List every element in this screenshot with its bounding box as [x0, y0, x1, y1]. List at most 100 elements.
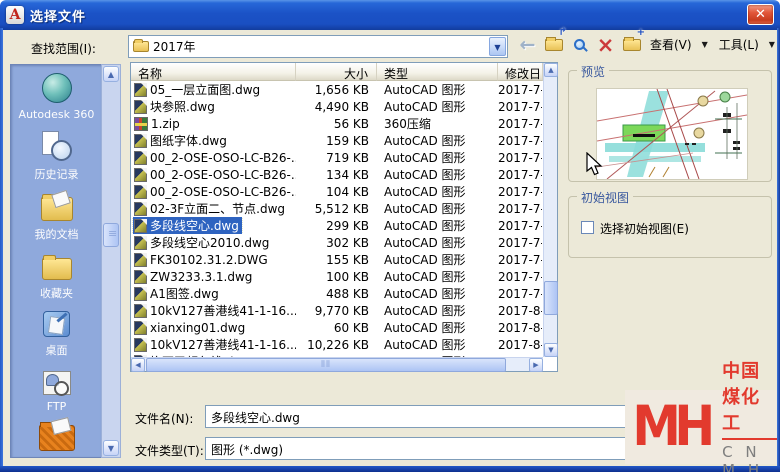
sidebar-item-FTP[interactable]: FTP [11, 371, 102, 413]
file-type: 360压缩 [384, 117, 431, 131]
file-date: 2017-7- [498, 269, 542, 284]
sidebar-scroll-thumb[interactable] [103, 223, 119, 247]
file-date: 2017-7- [498, 82, 542, 97]
dwg-file-icon [134, 218, 147, 233]
sidebar-item-label: 收藏夹 [40, 287, 73, 300]
scroll-down-icon[interactable]: ▼ [103, 440, 119, 456]
vscroll-thumb[interactable] [544, 281, 558, 315]
tools-menu-button[interactable]: 工具(L) ▼ [715, 33, 779, 56]
file-name: 多段线空心.dwg [150, 219, 239, 233]
file-row[interactable]: xianxing01.dwg 60 KB AutoCAD 图形 2017-8- [131, 319, 543, 336]
docs-icon [40, 194, 73, 221]
filename-label: 文件名(N): [135, 412, 194, 426]
sidebar-item-历史记录[interactable]: 历史记录 [11, 131, 102, 182]
cad-preview-drawing [596, 88, 748, 180]
file-size: 104 KB [326, 184, 369, 199]
file-row[interactable]: 05_一层立面图.dwg 1,656 KB AutoCAD 图形 2017-7- [131, 81, 543, 98]
file-size: 1,656 KB [314, 82, 369, 97]
delete-x-icon: × [596, 32, 615, 57]
column-header-name[interactable]: 名称 [131, 63, 296, 81]
look-in-combobox[interactable]: 2017年 ▼ [128, 35, 508, 58]
sidebar-item-桌面[interactable]: 桌面 [11, 311, 102, 358]
file-row[interactable]: ZW3233.3.1.dwg 100 KB AutoCAD 图形 2017-7- [131, 268, 543, 285]
file-row[interactable]: 02-3F立面二、节点.dwg 5,512 KB AutoCAD 图形 2017… [131, 200, 543, 217]
title-bar[interactable]: A 选择文件 ✕ [0, 0, 780, 30]
file-row[interactable]: 多段线空心.dwg 299 KB AutoCAD 图形 2017-7- [131, 217, 543, 234]
file-date: 2017-7- [498, 167, 542, 182]
scroll-left-icon[interactable]: ◀ [131, 358, 145, 372]
sidebar-item-Autodesk 360[interactable]: Autodesk 360 [11, 73, 102, 121]
file-type: AutoCAD 图形 [384, 185, 466, 199]
file-type: AutoCAD 图形 [384, 287, 466, 301]
watermark-latin-text: C N M H G [722, 443, 764, 472]
fav-icon [41, 255, 72, 280]
file-row[interactable]: 00_2-OSE-OSO-LC-B26-... 719 KB AutoCAD 图… [131, 149, 543, 166]
file-list: 名称 大小 类型 修改日 05_一层立面图.dwg 1,656 KB AutoC… [130, 62, 558, 372]
dwg-file-icon [134, 252, 147, 267]
scroll-up-icon[interactable]: ▲ [544, 63, 558, 77]
autocad-app-icon: A [6, 6, 24, 24]
file-type: AutoCAD 图形 [384, 219, 466, 233]
sidebar-item-label: 历史记录 [34, 168, 79, 181]
file-name: FK30102.31.2.DWG [150, 252, 268, 267]
close-button[interactable]: ✕ [747, 4, 774, 25]
file-list-vscrollbar[interactable]: ▲ ▼ [543, 63, 558, 357]
look-in-label: 查找范围(I): [31, 42, 96, 56]
file-row[interactable]: 10kV127善港线41-1-16... 10,226 KB AutoCAD 图… [131, 336, 543, 353]
file-list-hscrollbar[interactable]: ◀ ▶ [131, 357, 543, 372]
file-size: 134 KB [326, 167, 369, 182]
folder-up-icon [544, 36, 563, 51]
file-row[interactable]: 00_2-OSE-OSO-LC-B26-... 104 KB AutoCAD 图… [131, 183, 543, 200]
look-in-value: 2017年 [153, 40, 196, 54]
back-arrow-icon: ← [519, 33, 536, 56]
scroll-right-icon[interactable]: ▶ [529, 358, 543, 372]
scroll-down-icon[interactable]: ▼ [544, 343, 558, 357]
sidebar-item-label: FTP [46, 400, 67, 413]
file-name: 多段线空心2010.dwg [150, 236, 270, 250]
places-sidebar: Autodesk 360 历史记录 我的文档 收藏夹 桌面 FTP [10, 64, 101, 458]
column-header-type[interactable]: 类型 [377, 63, 498, 81]
sidebar-item-我的文档[interactable]: 我的文档 [11, 191, 102, 242]
scroll-up-icon[interactable]: ▲ [103, 66, 119, 82]
sidebar-item-收藏夹[interactable]: 收藏夹 [11, 253, 102, 301]
file-row[interactable]: A1图签.dwg 488 KB AutoCAD 图形 2017-7- [131, 285, 543, 302]
column-header-date[interactable]: 修改日 [498, 63, 543, 81]
sidebar-item-buzzsaw[interactable] [11, 422, 102, 456]
sidebar-scrollbar[interactable]: ▲ ▼ [101, 64, 121, 458]
chevron-down-icon: ▼ [701, 40, 708, 49]
file-row[interactable]: 00_2-OSE-OSO-LC-B26-... 134 KB AutoCAD 图… [131, 166, 543, 183]
file-type: AutoCAD 图形 [384, 270, 466, 284]
chevron-down-icon[interactable]: ▼ [489, 37, 506, 56]
back-button[interactable]: ← [516, 33, 539, 56]
ftp-icon [42, 371, 71, 396]
file-name: A1图签.dwg [150, 287, 219, 301]
delete-button[interactable]: × [594, 33, 617, 56]
file-size: 155 KB [326, 252, 369, 267]
preview-thumbnail [596, 88, 748, 180]
dwg-file-icon [134, 99, 147, 114]
search-the-web-button[interactable] [568, 33, 591, 56]
file-row[interactable]: 图纸字体.dwg 159 KB AutoCAD 图形 2017-7- [131, 132, 543, 149]
up-one-level-button[interactable]: ↱ [542, 27, 567, 56]
window-border-bottom [0, 466, 780, 472]
initial-view-group-label: 初始视图 [577, 189, 634, 206]
file-row[interactable]: 块参照.dwg 4,490 KB AutoCAD 图形 2017-7- [131, 98, 543, 115]
plus-overlay-icon: + [636, 27, 645, 38]
column-header-size[interactable]: 大小 [296, 63, 377, 81]
file-date: 2017-7- [498, 286, 542, 301]
file-size: 60 KB [333, 320, 369, 335]
dwg-file-icon [134, 235, 147, 250]
view-menu-button[interactable]: 查看(V) ▼ [646, 33, 712, 56]
file-row[interactable]: 多段线空心2010.dwg 302 KB AutoCAD 图形 2017-7- [131, 234, 543, 251]
sidebar-item-label: 我的文档 [34, 228, 79, 241]
file-row[interactable]: 1.zip 56 KB 360压缩 2017-7- [131, 115, 543, 132]
history-icon [40, 131, 74, 161]
file-row[interactable]: FK30102.31.2.DWG 155 KB AutoCAD 图形 2017-… [131, 251, 543, 268]
dwg-file-icon [134, 167, 147, 182]
file-row[interactable]: 10kV127善港线41-1-16... 9,770 KB AutoCAD 图形… [131, 302, 543, 319]
hscroll-thumb[interactable] [146, 358, 506, 372]
create-new-folder-button[interactable]: + [620, 27, 645, 56]
initial-view-checkbox[interactable] [581, 221, 594, 234]
file-size: 488 KB [326, 286, 369, 301]
file-date: 2017-7- [498, 99, 542, 114]
